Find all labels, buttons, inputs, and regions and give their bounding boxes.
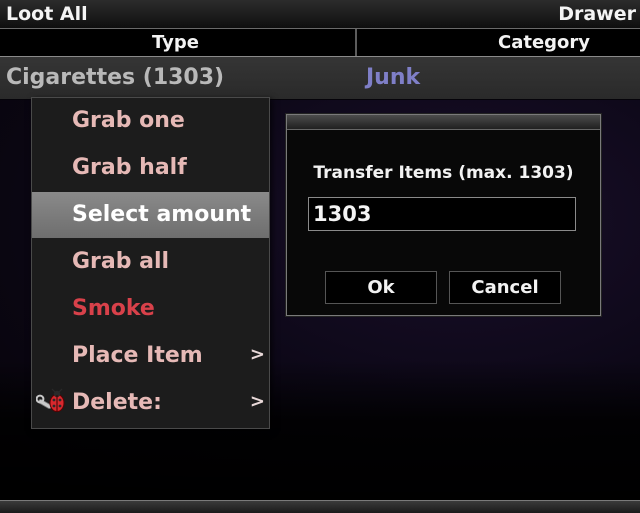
loot-all-button[interactable]: Loot All (6, 3, 88, 25)
column-header-row: Type Category (0, 29, 640, 57)
menu-item-label: Place Item (72, 343, 203, 368)
menu-item-place-item[interactable]: Place Item > (32, 333, 269, 379)
item-name: Cigarettes (1303) (6, 65, 225, 90)
cancel-button[interactable]: Cancel (449, 271, 561, 304)
menu-item-grab-all[interactable]: Grab all (32, 239, 269, 285)
container-name: Drawer (558, 3, 636, 25)
submenu-arrow-icon: > (249, 344, 265, 365)
menu-item-label: Grab half (72, 155, 187, 180)
menu-item-delete[interactable]: Delete: > (32, 380, 269, 426)
bottom-bar (0, 500, 640, 513)
menu-item-select-amount[interactable]: Select amount (32, 192, 269, 238)
menu-item-label: Delete: (72, 390, 162, 415)
menu-item-grab-one[interactable]: Grab one (32, 98, 269, 144)
column-divider (355, 29, 357, 56)
transfer-items-dialog: Transfer Items (max. 1303) Ok Cancel (286, 114, 601, 316)
menu-item-grab-half[interactable]: Grab half (32, 145, 269, 191)
dialog-title: Transfer Items (max. 1303) (313, 163, 574, 183)
item-context-menu: Grab one Grab half Select amount Grab al… (31, 97, 270, 429)
ok-button[interactable]: Ok (325, 271, 437, 304)
submenu-arrow-icon: > (249, 391, 265, 412)
amount-input[interactable] (308, 197, 576, 231)
column-header-type[interactable]: Type (152, 32, 199, 53)
menu-item-label: Select amount (72, 202, 252, 227)
menu-item-smoke[interactable]: Smoke (32, 286, 269, 332)
table-row[interactable]: Cigarettes (1303) Junk (0, 57, 640, 99)
dialog-title-bar[interactable] (287, 115, 600, 130)
bug-wrench-icon (35, 388, 68, 416)
item-category: Junk (366, 65, 421, 90)
menu-item-label: Smoke (72, 296, 155, 321)
menu-item-label: Grab all (72, 249, 170, 274)
menu-item-label: Grab one (72, 108, 185, 133)
container-title-bar: Loot All Drawer (0, 0, 640, 29)
column-header-category[interactable]: Category (498, 32, 590, 53)
